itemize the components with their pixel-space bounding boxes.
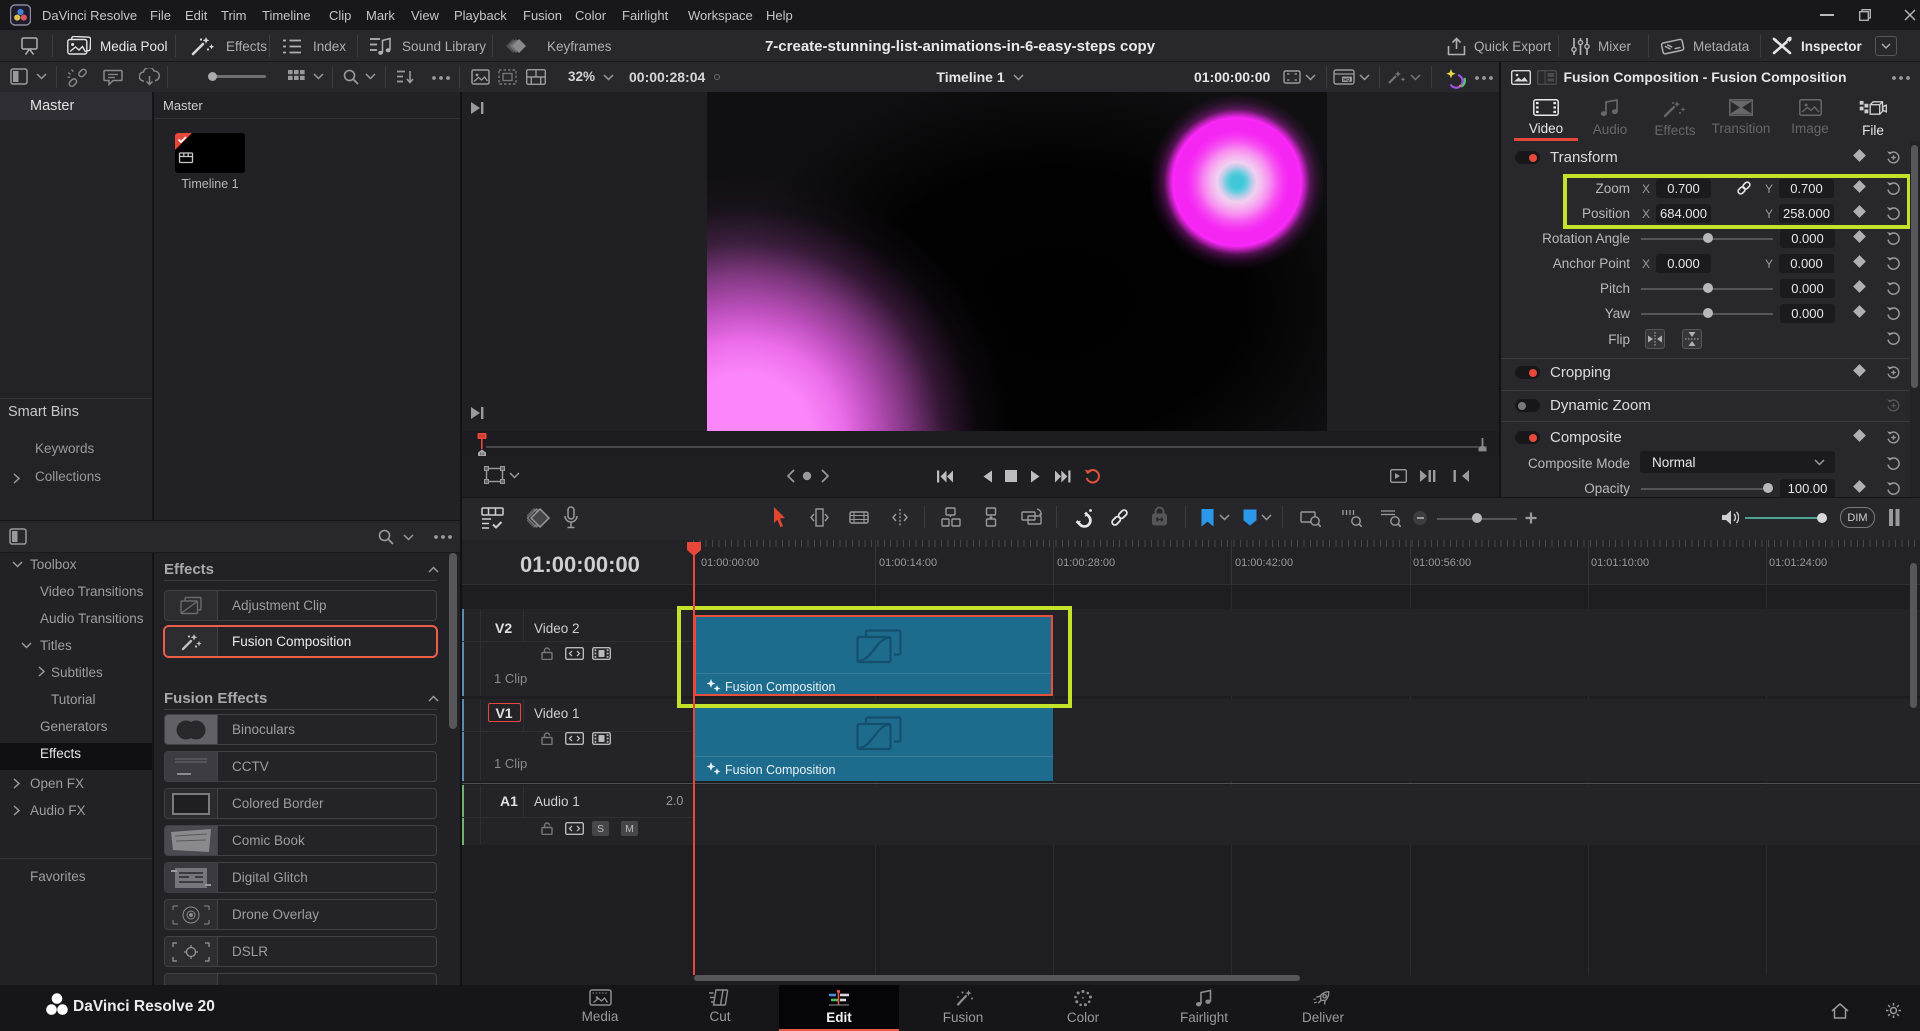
svg-text:HQ: HQ	[1343, 77, 1350, 82]
